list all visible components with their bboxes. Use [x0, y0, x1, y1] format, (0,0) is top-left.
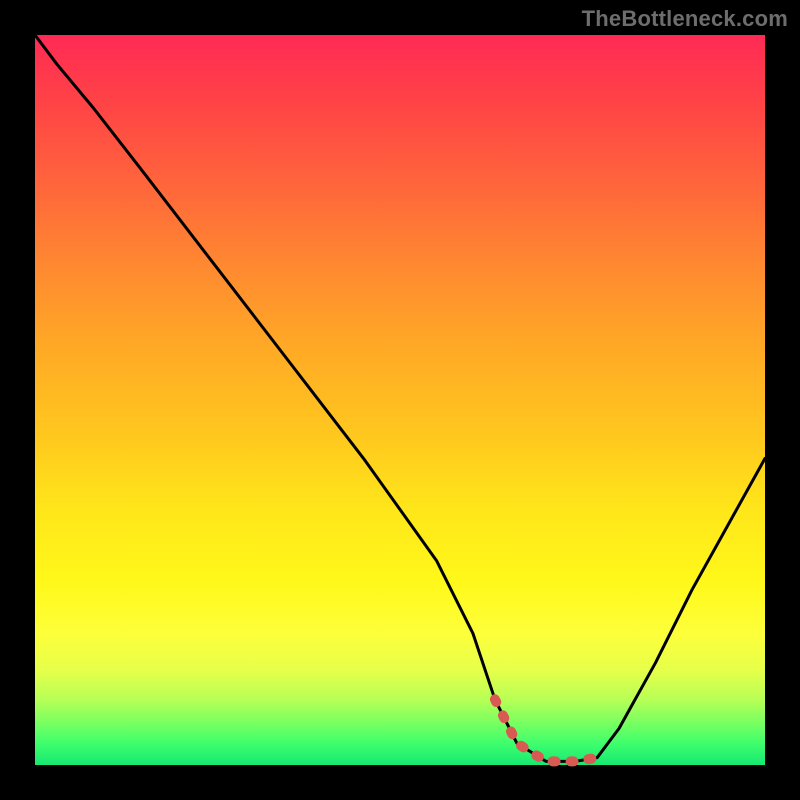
- bottom-highlight-dashes: [495, 699, 597, 761]
- plot-area: [35, 35, 765, 765]
- chart-container: TheBottleneck.com: [0, 0, 800, 800]
- watermark-text: TheBottleneck.com: [582, 6, 788, 32]
- curve-svg: [35, 35, 765, 765]
- bottleneck-curve: [35, 35, 765, 761]
